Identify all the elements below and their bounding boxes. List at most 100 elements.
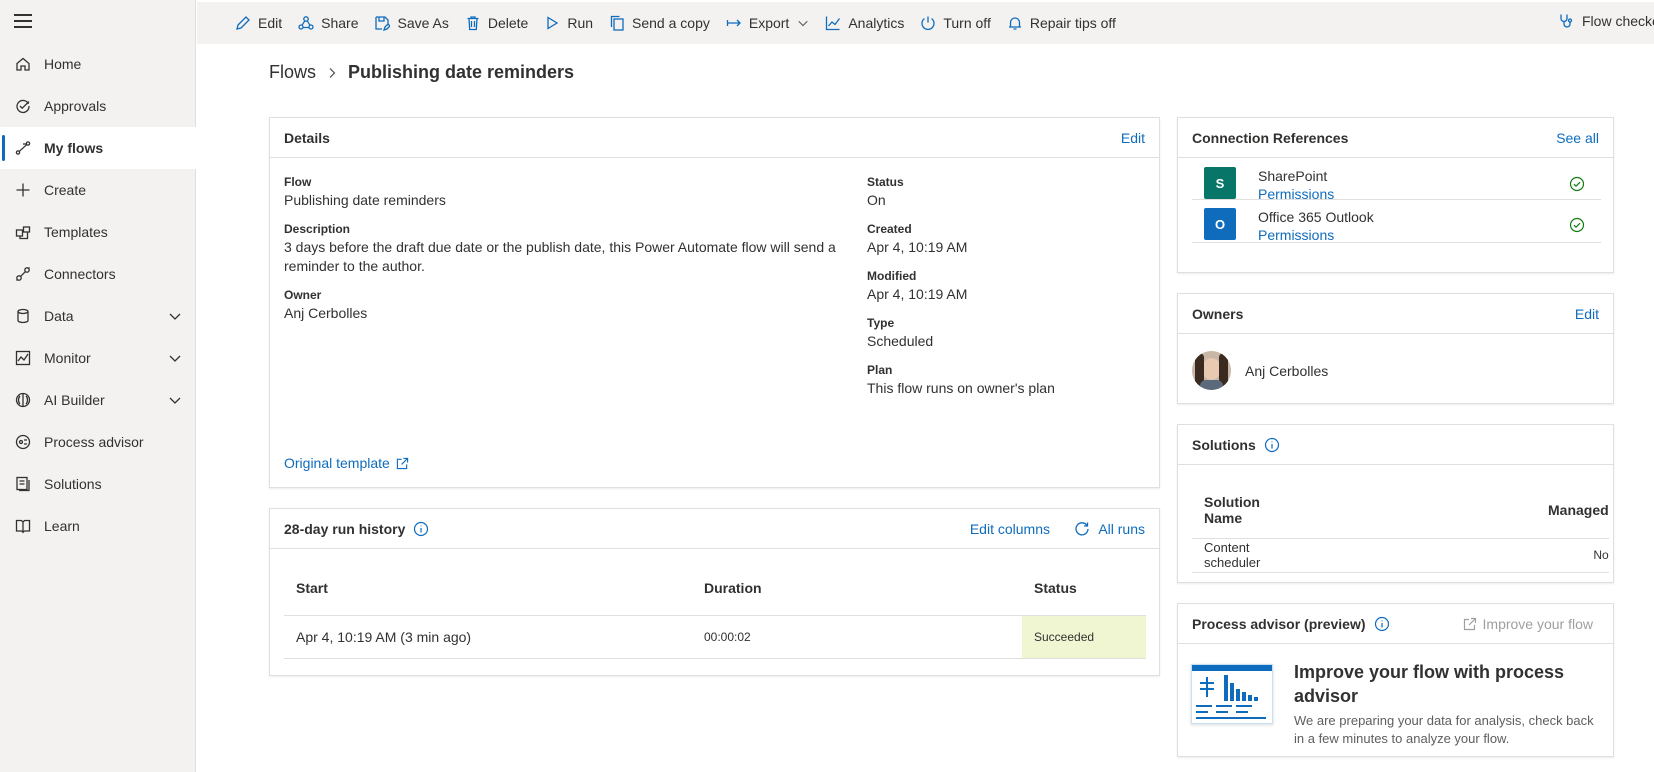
solution-name-cell[interactable]: Content scheduler [1192,538,1260,572]
details-card: Details Edit Flow Publishing date remind… [269,117,1160,488]
details-title: Details [284,129,330,146]
export-icon [726,19,741,27]
chevron-down-icon [798,20,809,27]
column-header-managed[interactable]: Managed [1260,465,1609,538]
analytics-button[interactable]: Analytics [825,15,904,31]
chevron-down-icon[interactable] [168,351,182,365]
process-advisor-body: We are preparing your data for analysis,… [1294,713,1594,746]
process-advisor-title: Process advisor (preview) [1192,615,1366,632]
send-copy-button[interactable]: Send a copy [609,15,710,31]
approvals-icon [14,97,32,115]
nav-item-label: Solutions [44,476,102,492]
nav-item-learn[interactable]: Learn [0,505,196,547]
trash-icon [467,16,479,31]
details-edit-link[interactable]: Edit [1121,130,1145,146]
edit-columns-link[interactable]: Edit columns [970,521,1050,537]
process-advisor-icon [14,433,32,451]
nav-item-solutions[interactable]: Solutions [0,463,196,505]
flows-icon [14,139,32,157]
description-value: 3 days before the draft due date or the … [284,239,836,274]
flow-field: Flow Publishing date reminders [284,175,844,210]
modified-value: Apr 4, 10:19 AM [867,286,968,302]
learn-icon [14,517,32,535]
open-external-icon [396,457,408,469]
run-history-title: 28-day run history [284,520,406,537]
save-as-icon [375,16,391,31]
edit-button[interactable]: Edit [235,15,282,31]
chevron-down-icon[interactable] [168,393,182,407]
refresh-icon [1075,521,1089,535]
type-field: Type Scheduled [867,316,1147,351]
share-icon [298,16,314,30]
owners-edit-link[interactable]: Edit [1575,306,1599,322]
outlook-icon: O [1204,208,1236,240]
pencil-icon [236,16,250,30]
column-header-status[interactable]: Status [1022,549,1146,615]
permissions-link[interactable]: Permissions [1258,227,1334,243]
ai-builder-icon [14,391,32,409]
connection-item[interactable]: O Office 365 Outlook Permissions [1192,201,1601,243]
info-icon[interactable] [1374,616,1390,632]
nav-item-templates[interactable]: Templates [0,211,196,253]
avatar [1192,351,1231,390]
info-icon[interactable] [413,521,429,537]
table-row[interactable]: Apr 4, 10:19 AM (3 min ago) 00:00:02 Suc… [284,615,1146,658]
process-advisor-card: Process advisor (preview) Improve your f… [1177,603,1614,757]
breadcrumb-flows-link[interactable]: Flows [269,62,316,83]
nav-item-process-advisor[interactable]: Process advisor [0,421,196,463]
nav-item-ai-builder[interactable]: AI Builder [0,379,196,421]
bell-icon [1008,17,1021,30]
sharepoint-icon: S [1204,167,1236,199]
all-runs-link[interactable]: All runs [1074,521,1145,537]
nav-item-approvals[interactable]: Approvals [0,85,196,127]
connection-name: SharePoint [1258,168,1328,184]
original-template-link[interactable]: Original template [284,455,409,471]
nav-item-label: Monitor [44,350,91,366]
chevron-down-icon[interactable] [168,309,182,323]
run-history-card: 28-day run history Edit columns All runs… [269,508,1160,676]
run-history-table: Start Duration Status Apr 4, 10:19 AM (3… [284,549,1146,659]
turn-off-button[interactable]: Turn off [920,15,991,31]
chevron-right-icon [326,67,338,79]
connection-references-title: Connection References [1192,129,1349,146]
solutions-table: Solution Name Managed Content scheduler … [1192,465,1609,573]
nav-item-data[interactable]: Data [0,295,196,337]
nav-item-label: Home [44,56,82,72]
stethoscope-icon [1560,14,1573,28]
nav-item-create[interactable]: Create [0,169,196,211]
nav-item-monitor[interactable]: Monitor [0,337,196,379]
owners-title: Owners [1192,305,1244,322]
nav-item-home[interactable]: Home [0,43,196,85]
share-button[interactable]: Share [298,15,358,31]
see-all-link[interactable]: See all [1556,130,1599,146]
description-field: Description 3 days before the draft due … [284,222,844,276]
save-as-button[interactable]: Save As [374,15,449,31]
flow-checker-button[interactable]: Flow checker [1558,13,1654,29]
nav-item-connectors[interactable]: Connectors [0,253,196,295]
owner-value: Anj Cerbolles [284,305,368,321]
column-header-solution-name[interactable]: Solution Name [1192,465,1260,538]
check-circle-icon [1569,217,1585,233]
plan-field: Plan This flow runs on owner's plan [867,363,1147,398]
command-bar: Edit Share Save As Delete Run Send a cop… [197,2,1654,44]
column-header-start[interactable]: Start [284,549,704,615]
connection-name: Office 365 Outlook [1258,209,1374,225]
solutions-title: Solutions [1192,436,1256,453]
export-button[interactable]: Export [726,15,809,31]
column-header-duration[interactable]: Duration [704,549,1022,615]
nav-item-my-flows[interactable]: My flows [0,127,196,169]
run-button[interactable]: Run [544,15,593,31]
created-value: Apr 4, 10:19 AM [867,239,968,255]
solution-managed-cell: No [1593,548,1609,562]
permissions-link[interactable]: Permissions [1258,186,1334,202]
connection-item[interactable]: S SharePoint Permissions [1192,158,1601,202]
table-row[interactable]: Content scheduler No [1192,538,1609,572]
repair-tips-button[interactable]: Repair tips off [1007,15,1116,31]
info-icon[interactable] [1264,437,1280,453]
improve-your-flow-button[interactable]: Improve your flow [1463,616,1593,632]
hamburger-menu-icon[interactable] [14,14,32,30]
connectors-icon [14,265,32,283]
delete-button[interactable]: Delete [465,15,528,31]
run-start-cell[interactable]: Apr 4, 10:19 AM (3 min ago) [284,615,704,658]
process-advisor-illustration [1191,664,1273,724]
